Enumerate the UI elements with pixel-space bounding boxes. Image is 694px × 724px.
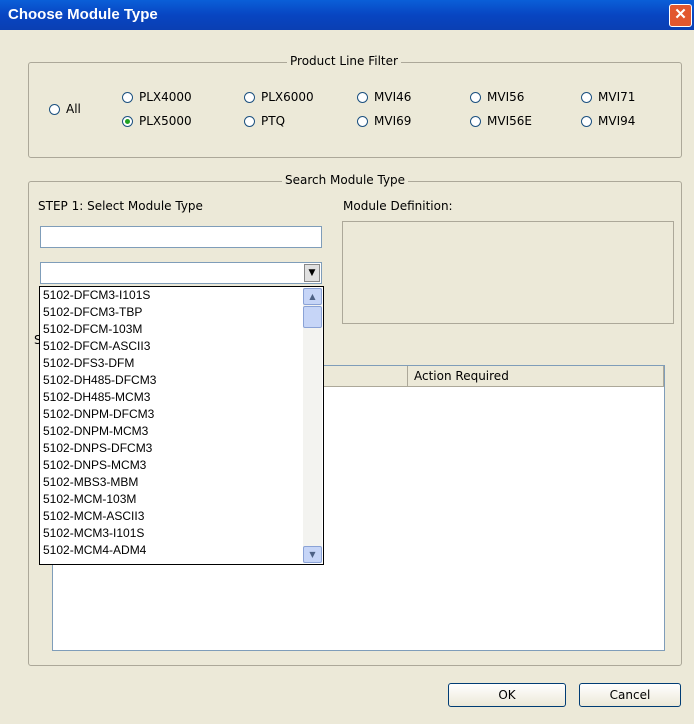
ok-button[interactable]: OK bbox=[448, 683, 566, 707]
dropdown-item[interactable]: 5102-DFCM3-TBP bbox=[40, 304, 302, 321]
radio-mvi69-indicator bbox=[357, 115, 368, 127]
product-line-filter-group bbox=[28, 62, 682, 158]
radio-plx4000[interactable]: PLX4000 bbox=[122, 90, 192, 104]
dropdown-item[interactable]: 5102-DNPS-MCM3 bbox=[40, 457, 302, 474]
radio-mvi46-label: MVI46 bbox=[374, 90, 412, 104]
dropdown-item[interactable]: 5102-DFCM-ASCII3 bbox=[40, 338, 302, 355]
radio-mvi46[interactable]: MVI46 bbox=[357, 90, 411, 104]
dropdown-items: 5102-DFCM3-I101S 5102-DFCM3-TBP 5102-DFCM-… bbox=[40, 287, 302, 559]
module-type-combo[interactable]: ▼ bbox=[40, 262, 322, 284]
scroll-up-icon[interactable]: ▲ bbox=[303, 288, 322, 305]
scroll-thumb[interactable] bbox=[303, 306, 322, 328]
dropdown-item[interactable]: 5102-MCM-103M bbox=[40, 491, 302, 508]
cancel-button[interactable]: Cancel bbox=[579, 683, 681, 707]
dropdown-item[interactable]: 5102-DH485-DFCM3 bbox=[40, 372, 302, 389]
choose-module-type-dialog: Choose Module Type ✕ Product Line Filter… bbox=[0, 0, 694, 724]
dropdown-item[interactable]: 5102-DNPM-DFCM3 bbox=[40, 406, 302, 423]
radio-plx6000-label: PLX6000 bbox=[261, 90, 314, 104]
radio-all-indicator bbox=[49, 103, 60, 115]
radio-mvi71[interactable]: MVI71 bbox=[581, 90, 635, 104]
radio-ptq-label: PTQ bbox=[261, 114, 286, 128]
window-title: Choose Module Type bbox=[8, 6, 158, 23]
close-button[interactable]: ✕ bbox=[669, 4, 692, 27]
dropdown-item[interactable]: 5102-DFS3-DFM bbox=[40, 355, 302, 372]
radio-mvi56e-label: MVI56E bbox=[487, 114, 532, 128]
radio-plx5000-label: PLX5000 bbox=[139, 114, 192, 128]
close-icon: ✕ bbox=[674, 6, 687, 23]
radio-mvi94-indicator bbox=[581, 115, 592, 127]
module-type-dropdown-list[interactable]: 5102-DFCM3-I101S 5102-DFCM3-TBP 5102-DFCM-… bbox=[39, 286, 324, 565]
chevron-down-icon[interactable]: ▼ bbox=[304, 264, 320, 282]
radio-mvi56e[interactable]: MVI56E bbox=[470, 114, 532, 128]
column-header-action-required-label: Action Required bbox=[414, 369, 509, 383]
radio-mvi71-indicator bbox=[581, 91, 592, 103]
dropdown-item[interactable]: 5102-DH485-MCM3 bbox=[40, 389, 302, 406]
radio-mvi56-indicator bbox=[470, 91, 481, 103]
radio-plx6000[interactable]: PLX6000 bbox=[244, 90, 314, 104]
search-module-type-legend: Search Module Type bbox=[282, 173, 409, 187]
radio-mvi56e-indicator bbox=[470, 115, 481, 127]
dropdown-item[interactable]: 5102-MCM4-ADM4 bbox=[40, 542, 302, 559]
radio-mvi69[interactable]: MVI69 bbox=[357, 114, 411, 128]
radio-mvi56[interactable]: MVI56 bbox=[470, 90, 524, 104]
column-header-action-required[interactable]: Action Required bbox=[408, 366, 664, 386]
radio-mvi69-label: MVI69 bbox=[374, 114, 412, 128]
module-definition-box bbox=[342, 221, 674, 324]
product-line-filter-legend: Product Line Filter bbox=[287, 54, 401, 68]
radio-plx6000-indicator bbox=[244, 91, 255, 103]
radio-plx4000-label: PLX4000 bbox=[139, 90, 192, 104]
radio-mvi94-label: MVI94 bbox=[598, 114, 636, 128]
radio-ptq-indicator bbox=[244, 115, 255, 127]
radio-all[interactable]: All bbox=[49, 102, 81, 116]
radio-ptq[interactable]: PTQ bbox=[244, 114, 285, 128]
radio-mvi56-label: MVI56 bbox=[487, 90, 525, 104]
radio-mvi94[interactable]: MVI94 bbox=[581, 114, 635, 128]
dropdown-item[interactable]: 5102-MCM3-I101S bbox=[40, 525, 302, 542]
dropdown-item[interactable]: 5102-DNPS-DFCM3 bbox=[40, 440, 302, 457]
radio-plx4000-indicator bbox=[122, 91, 133, 103]
dropdown-item[interactable]: 5102-MBS3-MBM bbox=[40, 474, 302, 491]
module-definition-label: Module Definition: bbox=[343, 199, 453, 213]
dropdown-scrollbar[interactable]: ▲ ▼ bbox=[303, 288, 322, 563]
radio-plx5000-indicator bbox=[122, 115, 133, 127]
module-search-input[interactable] bbox=[40, 226, 322, 248]
title-bar: Choose Module Type ✕ bbox=[0, 0, 694, 30]
dropdown-item[interactable]: 5102-MCM-ASCII3 bbox=[40, 508, 302, 525]
dropdown-item[interactable]: 5102-DNPM-MCM3 bbox=[40, 423, 302, 440]
step1-label: STEP 1: Select Module Type bbox=[38, 199, 203, 213]
radio-all-label: All bbox=[66, 102, 81, 116]
radio-mvi46-indicator bbox=[357, 91, 368, 103]
dropdown-item[interactable]: 5102-DFCM3-I101S bbox=[40, 287, 302, 304]
radio-plx5000[interactable]: PLX5000 bbox=[122, 114, 192, 128]
radio-mvi71-label: MVI71 bbox=[598, 90, 636, 104]
scroll-down-icon[interactable]: ▼ bbox=[303, 546, 322, 563]
dropdown-item[interactable]: 5102-DFCM-103M bbox=[40, 321, 302, 338]
